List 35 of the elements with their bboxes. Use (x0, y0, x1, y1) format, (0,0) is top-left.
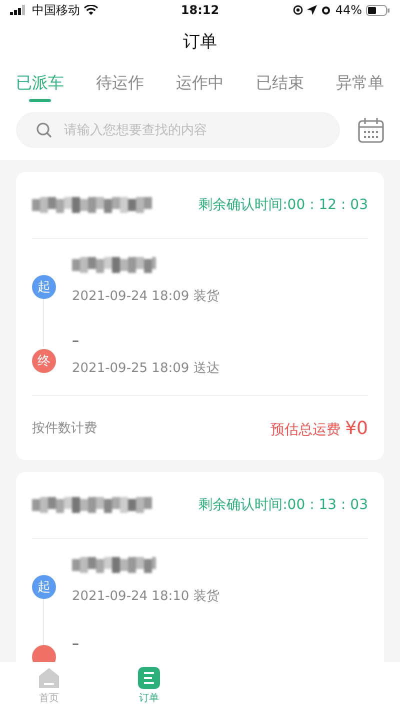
search-placeholder: 请输入您想要查找的内容 (64, 122, 207, 139)
tab[interactable]: 已结束 (256, 65, 304, 104)
tab[interactable]: 运作中 (176, 65, 224, 104)
billing-type: 按件数计费 (32, 420, 97, 437)
stop-time: 2021-09-24 18:09 装货 (72, 288, 220, 305)
countdown: 剩余确认时间:00 : 13 : 03 (198, 496, 368, 514)
home-icon (38, 667, 60, 689)
battery-icon (366, 4, 390, 16)
search-icon (36, 122, 52, 138)
wifi-icon (84, 5, 98, 15)
list-icon (138, 667, 160, 689)
end-badge (32, 645, 56, 662)
address: – (72, 333, 80, 349)
order-card[interactable]: 剩余确认时间:00 : 12 : 03 起 2021-09-24 18:09 装货 终 – 2021-09-25 18:09 送达 按件数计费 预估总运费 ¥0 (16, 172, 384, 460)
clock: 18:12 (180, 3, 220, 17)
stop-time: 2021-09-25 18:09 送达 (72, 360, 220, 377)
nav-item[interactable]: 订单 (124, 662, 174, 710)
battery-percent: 44% (335, 3, 362, 17)
tab[interactable]: 异常单 (336, 65, 384, 104)
calendar-icon[interactable] (358, 117, 384, 143)
start-badge: 起 (32, 575, 56, 599)
page-title: 订单 (182, 31, 218, 54)
carrier-label: 中国移动 (32, 2, 80, 18)
signal-icon (10, 5, 28, 15)
stop-time: 2021-09-24 18:10 装货 (72, 588, 220, 605)
order-card[interactable]: 剩余确认时间:00 : 13 : 03 起 2021-09-24 18:10 装货 – (16, 472, 384, 662)
location-arrow-icon (307, 5, 318, 15)
estimated-fee: 预估总运费 ¥0 (270, 418, 368, 438)
countdown: 剩余确认时间:00 : 12 : 03 (198, 196, 368, 214)
tab[interactable]: 已派车 (16, 65, 64, 104)
nav-item[interactable]: 首页 (24, 662, 74, 710)
end-badge: 终 (32, 349, 56, 373)
address: – (72, 636, 80, 652)
start-badge: 起 (32, 275, 56, 299)
tab[interactable]: 待运作 (96, 65, 144, 104)
